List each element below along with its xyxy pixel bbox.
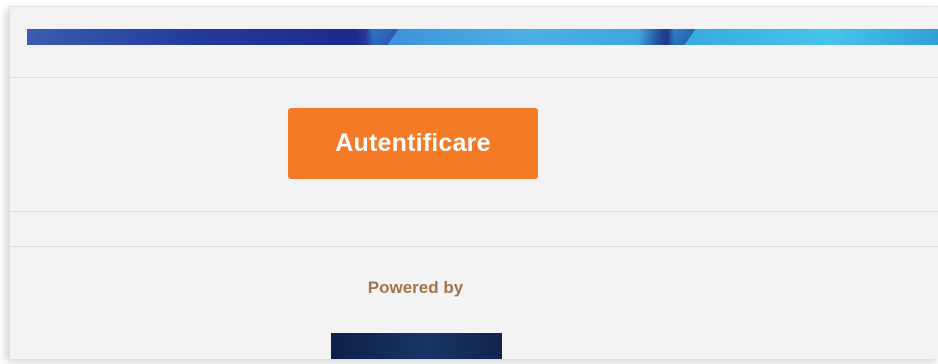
divider	[10, 211, 938, 212]
login-panel: Autentificare Powered by	[9, 6, 938, 359]
header-banner	[27, 29, 938, 45]
banner-stripe-accent	[339, 29, 399, 45]
brand-logo-icon	[331, 333, 502, 359]
divider	[10, 77, 938, 78]
login-button[interactable]: Autentificare	[288, 108, 538, 179]
divider	[10, 246, 938, 247]
powered-by-label: Powered by	[367, 278, 464, 297]
banner-stripe-accent	[636, 29, 696, 45]
